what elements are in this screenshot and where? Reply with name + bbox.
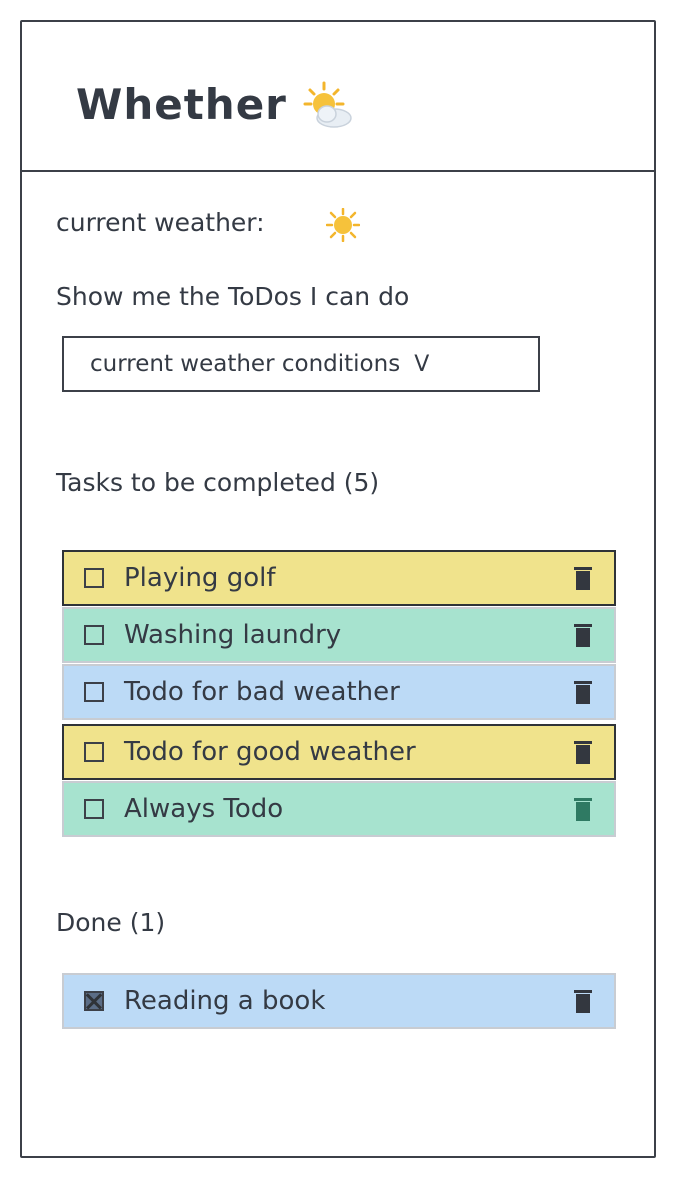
trash-icon[interactable]	[572, 621, 594, 649]
app-header: Whether	[22, 22, 654, 172]
trash-icon[interactable]	[572, 678, 594, 706]
todo-item[interactable]: Playing golf	[62, 550, 616, 606]
todo-item[interactable]: Todo for bad weather	[62, 664, 616, 720]
sun-icon	[326, 208, 360, 242]
todo-label: Playing golf	[124, 563, 276, 593]
checkbox-icon[interactable]	[84, 682, 104, 702]
todo-label: Washing laundry	[124, 620, 342, 650]
checkbox-icon[interactable]	[84, 742, 104, 762]
tasks-heading: Tasks to be completed (5)	[56, 468, 380, 497]
chevron-down-icon: V	[414, 351, 430, 377]
checkbox-icon[interactable]	[84, 625, 104, 645]
checkbox-checked-icon[interactable]	[84, 991, 104, 1011]
todo-label: Todo for bad weather	[124, 677, 400, 707]
todo-item[interactable]: Washing laundry	[62, 607, 616, 663]
todo-label: Always Todo	[124, 794, 284, 824]
dropdown-value: current weather conditions	[90, 351, 401, 377]
checkbox-icon[interactable]	[84, 568, 104, 588]
current-weather-label: current weather:	[56, 208, 265, 237]
trash-icon[interactable]	[572, 795, 594, 823]
trash-icon[interactable]	[572, 987, 594, 1015]
todo-item[interactable]: Always Todo	[62, 781, 616, 837]
done-item[interactable]: Reading a book	[62, 973, 616, 1029]
done-label: Reading a book	[124, 986, 326, 1016]
filter-prompt: Show me the ToDos I can do	[56, 282, 410, 311]
weather-filter-dropdown[interactable]: current weather conditions V	[62, 336, 540, 392]
trash-icon[interactable]	[572, 564, 594, 592]
todo-label: Todo for good weather	[124, 737, 416, 767]
app-title: Whether	[76, 80, 287, 129]
done-heading: Done (1)	[56, 908, 166, 937]
trash-icon[interactable]	[572, 738, 594, 766]
sun-behind-cloud-icon	[303, 81, 352, 128]
todo-item[interactable]: Todo for good weather	[62, 724, 616, 780]
checkbox-icon[interactable]	[84, 799, 104, 819]
